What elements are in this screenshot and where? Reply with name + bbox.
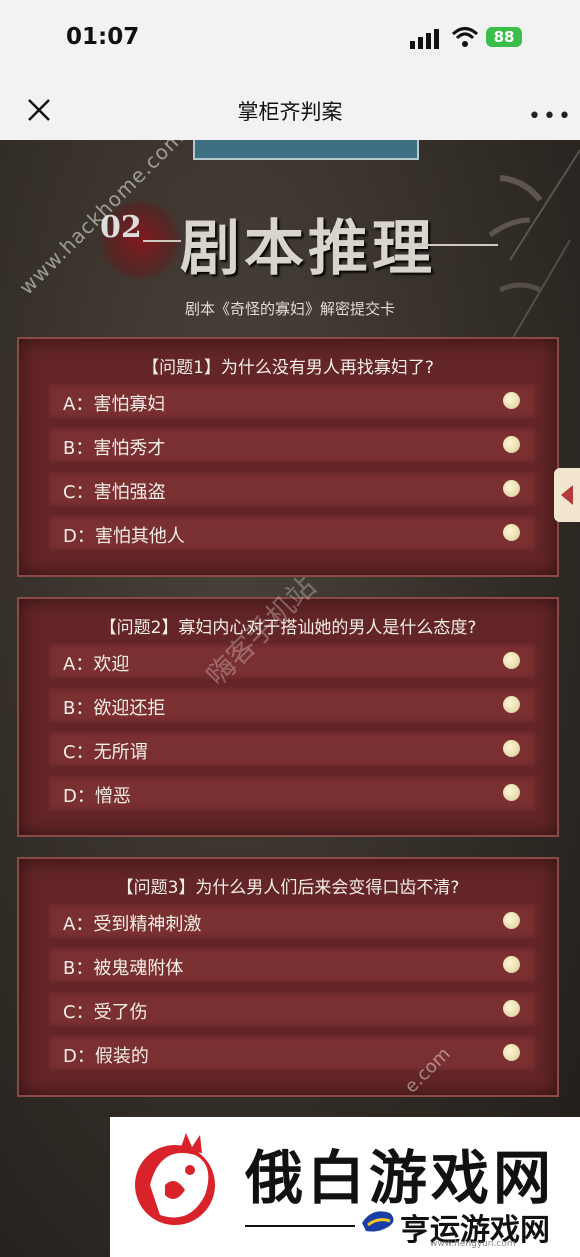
option-label: B：害怕秀才 <box>63 438 166 459</box>
option-c[interactable]: C：受了伤 <box>47 991 537 1027</box>
banner-url: www.hengyun.com <box>430 1239 516 1249</box>
more-options-button[interactable]: ••• <box>528 104 573 129</box>
option-label: D：害怕其他人 <box>63 526 185 547</box>
section-title: 剧本推理 <box>180 214 436 284</box>
option-a[interactable]: A：受到精神刺激 <box>47 903 537 939</box>
radio-icon[interactable] <box>503 392 520 409</box>
radio-icon[interactable] <box>503 740 520 757</box>
option-c[interactable]: C：害怕强盗 <box>47 471 537 507</box>
radio-icon[interactable] <box>503 524 520 541</box>
radio-icon[interactable] <box>503 956 520 973</box>
option-label: B：被鬼魂附体 <box>63 958 184 979</box>
section-subtitle: 剧本《奇怪的寡妇》解密提交卡 <box>184 300 395 318</box>
radio-icon[interactable] <box>503 652 520 669</box>
option-label: C：受了伤 <box>63 1002 148 1023</box>
banner-divider <box>245 1225 355 1227</box>
watermark-banner: 俄白游戏网 亨运游戏网 www.hengyun.com <box>110 1117 580 1257</box>
banner-title: 俄白游戏网 <box>245 1144 556 1212</box>
top-banner-button[interactable] <box>193 140 419 160</box>
option-b[interactable]: B：害怕秀才 <box>47 427 537 463</box>
radio-icon[interactable] <box>503 784 520 801</box>
option-d[interactable]: D：假装的 <box>47 1035 537 1071</box>
radio-icon[interactable] <box>503 1000 520 1017</box>
option-a[interactable]: A：欢迎 <box>47 643 537 679</box>
side-collapse-tab[interactable] <box>554 468 580 522</box>
status-time: 01:07 <box>66 24 140 50</box>
option-label: A：受到精神刺激 <box>63 914 202 935</box>
chevron-left-icon <box>561 485 573 505</box>
question-card-2: 【问题2】寡妇内心对于搭讪她的男人是什么态度? A：欢迎 B：欲迎还拒 C：无所… <box>17 597 559 837</box>
option-d[interactable]: D：害怕其他人 <box>47 515 537 551</box>
option-label: A：欢迎 <box>63 654 130 675</box>
option-b[interactable]: B：欲迎还拒 <box>47 687 537 723</box>
option-c[interactable]: C：无所谓 <box>47 731 537 767</box>
page-title: 掌柜齐判案 <box>237 100 343 124</box>
cellular-signal-icon <box>410 29 439 49</box>
nav-bar: 掌柜齐判案 ••• <box>0 80 580 140</box>
question-title: 【问题3】为什么男人们后来会变得口齿不清? <box>116 878 460 898</box>
option-label: B：欲迎还拒 <box>63 698 166 719</box>
bamboo-decoration <box>488 149 580 361</box>
title-line-right <box>418 244 498 246</box>
radio-icon[interactable] <box>503 912 520 929</box>
wifi-icon <box>451 27 479 47</box>
radio-icon[interactable] <box>503 1044 520 1061</box>
radio-icon[interactable] <box>503 480 520 497</box>
rooster-logo-icon <box>135 1133 215 1225</box>
radio-icon[interactable] <box>503 436 520 453</box>
radio-icon[interactable] <box>503 696 520 713</box>
option-b[interactable]: B：被鬼魂附体 <box>47 947 537 983</box>
option-a[interactable]: A：害怕寡妇 <box>47 383 537 419</box>
question-card-1: 【问题1】为什么没有男人再找寡妇了? A：害怕寡妇 B：害怕秀才 C：害怕强盗 … <box>17 337 559 577</box>
dragon-emblem-icon <box>362 1211 394 1232</box>
status-bar: 01:07 88 <box>0 0 580 80</box>
main-content: 02 剧本推理 剧本《奇怪的寡妇》解密提交卡 【问题1】为什么没有男人再找寡妇了… <box>0 140 580 1257</box>
option-label: D：假装的 <box>63 1046 149 1067</box>
option-label: C：无所谓 <box>63 742 148 763</box>
question-card-3: 【问题3】为什么男人们后来会变得口齿不清? A：受到精神刺激 B：被鬼魂附体 C… <box>17 857 559 1097</box>
option-label: D：憎恶 <box>63 786 131 807</box>
option-label: A：害怕寡妇 <box>63 394 166 415</box>
option-label: C：害怕强盗 <box>63 482 166 503</box>
title-line-left <box>143 240 181 242</box>
question-title: 【问题1】为什么没有男人再找寡妇了? <box>142 358 434 378</box>
option-d[interactable]: D：憎恶 <box>47 775 537 811</box>
battery-indicator: 88 <box>486 27 522 47</box>
